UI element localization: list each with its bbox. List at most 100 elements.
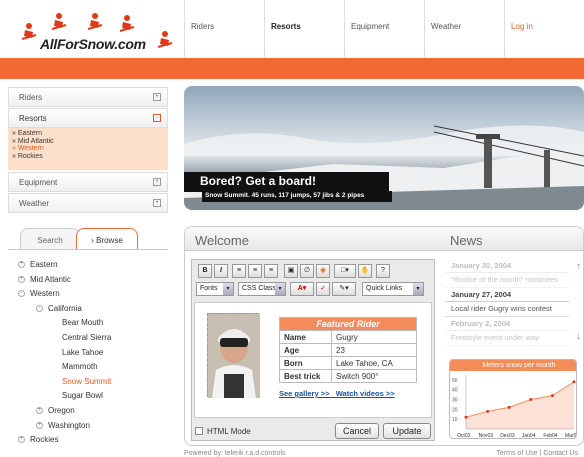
chart-point	[550, 394, 554, 398]
tree-node[interactable]: + Mid Atlantic	[18, 273, 168, 288]
html-mode-checkbox[interactable]	[195, 427, 203, 435]
tab-search[interactable]: Search	[20, 228, 80, 250]
tree-node-label: Sugar Bowl	[62, 391, 103, 401]
see-gallery-link[interactable]: See gallery >>	[279, 389, 329, 398]
align-center-icon[interactable]: ≡	[248, 264, 262, 278]
tree-node[interactable]: - Western	[18, 287, 168, 302]
promo-banner[interactable]: Bored? Get a board! Snow Summit. 45 runs…	[184, 86, 584, 210]
news-item[interactable]: January 27, 2004 Local rider Gugry wins c…	[445, 288, 569, 317]
y-tick-label: 30	[452, 398, 458, 404]
italic-button[interactable]: I	[214, 264, 228, 278]
tree-node[interactable]: Lake Tahoe	[62, 346, 168, 361]
sidebar-item-label: Equipment	[19, 178, 58, 187]
submenu-item-eastern[interactable]: » Eastern	[12, 130, 168, 138]
expand-icon[interactable]: +	[18, 436, 25, 444]
css-class-select[interactable]: CSS Class ▾	[238, 282, 286, 296]
snow-chart-plot: 50 40 30 20 10 Oct03 Nov03 Dec03 Jan04 Feb04 Mar04	[452, 375, 576, 439]
scroll-up-icon[interactable]: ↑	[576, 261, 581, 272]
table-row: Born Lake Tahoe, CA	[279, 356, 417, 370]
news-item[interactable]: February 2, 2004 Freestyle event under wa…	[445, 317, 569, 346]
font-color-icon[interactable]: A▾	[290, 282, 314, 296]
submenu-item-rockies[interactable]: » Rockies	[12, 153, 168, 161]
footer-links[interactable]: Terms of Use | Contact Us	[496, 450, 578, 457]
skier-icon	[21, 23, 37, 40]
expand-icon[interactable]: +	[36, 406, 43, 414]
search-browse-tabs: Search › Browse	[8, 228, 168, 250]
nav-login[interactable]: Log in	[504, 0, 584, 58]
tree-node[interactable]: Central Sierra	[62, 331, 168, 346]
cancel-button[interactable]: Cancel	[335, 423, 379, 439]
sidebar-item-weather[interactable]: Weather +	[8, 193, 168, 213]
y-tick-label: 20	[452, 407, 458, 413]
image-icon[interactable]: ▣	[284, 264, 298, 278]
tree-node[interactable]: + Washington	[36, 419, 168, 434]
tree-node[interactable]: Sugar Bowl	[62, 389, 168, 404]
tree-node[interactable]: Mammoth	[62, 360, 168, 375]
expand-icon[interactable]: +	[18, 275, 25, 283]
submenu-item-mid-atlantic[interactable]: » Mid Atlantic	[12, 138, 168, 146]
flash-icon[interactable]: ◉	[316, 264, 330, 278]
tree-node[interactable]: - California	[36, 302, 168, 317]
news-item[interactable]: January 30, 2004 "Rookie of the month" no…	[445, 259, 569, 288]
scroll-down-icon[interactable]: ↓	[576, 331, 581, 342]
help-icon[interactable]: ?	[376, 264, 390, 278]
paste-icon[interactable]: ✋	[358, 264, 372, 278]
rider-photo[interactable]	[207, 313, 260, 398]
align-right-icon[interactable]: ≡	[264, 264, 278, 278]
nav-riders[interactable]: Riders	[184, 0, 264, 58]
tree-node-label: Central Sierra	[62, 332, 112, 342]
submenu-item-western[interactable]: » Western	[12, 145, 168, 153]
expand-icon[interactable]: +	[36, 421, 43, 429]
sidebar-item-equipment[interactable]: Equipment +	[8, 172, 168, 192]
sidebar-item-resorts[interactable]: Resorts -	[8, 108, 168, 128]
news-text: Local rider Gugry wins contest	[445, 302, 569, 317]
tree-node-label: Mid Atlantic	[30, 274, 71, 284]
font-select[interactable]: Fonts ▾	[196, 282, 234, 296]
expand-icon[interactable]: +	[153, 199, 161, 207]
table-icon[interactable]: □▾	[334, 264, 356, 278]
tree-node[interactable]: Bear Mouth	[62, 316, 168, 331]
align-left-icon[interactable]: ≡	[232, 264, 246, 278]
tree-node[interactable]: + Eastern	[18, 258, 168, 273]
expand-icon[interactable]: +	[18, 261, 25, 268]
nav-weather[interactable]: Weather	[424, 0, 504, 58]
collapse-icon[interactable]: -	[18, 290, 25, 298]
expand-icon[interactable]: +	[153, 93, 161, 101]
panel-header: Welcome News	[185, 227, 583, 251]
html-mode-toggle[interactable]: HTML Mode	[195, 427, 251, 436]
tree-node[interactable]: + Oregon	[36, 404, 168, 419]
collapse-icon[interactable]: -	[153, 114, 161, 122]
tab-browse[interactable]: › Browse	[76, 228, 138, 250]
link-icon[interactable]: ∅	[300, 264, 314, 278]
chart-point	[507, 405, 511, 409]
tree-node-label: Washington	[48, 420, 90, 430]
expand-icon[interactable]: +	[153, 178, 161, 186]
news-items: January 30, 2004 "Rookie of the month" no…	[445, 259, 569, 346]
chart-point	[529, 398, 533, 402]
x-tick-label: Jan04	[522, 433, 536, 439]
sidebar-item-riders[interactable]: Riders +	[8, 87, 168, 107]
rider-portrait-image	[208, 314, 260, 398]
resort-tree: + Eastern + Mid Atlantic - Western - California…	[18, 258, 168, 448]
tree-node-label: Lake Tahoe	[62, 347, 104, 357]
nav-resorts[interactable]: Resorts	[264, 0, 344, 58]
collapse-icon[interactable]: -	[36, 304, 43, 312]
tree-node[interactable]: Snow Summit	[62, 375, 168, 390]
table-row: Age 23	[279, 343, 417, 357]
bold-button[interactable]: B	[198, 264, 212, 278]
quick-links-select[interactable]: Quick Links ▾	[362, 282, 424, 296]
rider-links: See gallery >> Watch videos >>	[279, 389, 395, 398]
spellcheck-icon[interactable]: ✓	[316, 282, 330, 296]
tree-node[interactable]: + Rockies	[18, 433, 168, 448]
sidebar-item-label: Weather	[19, 199, 50, 208]
x-tick-label: Dec03	[500, 433, 515, 439]
watch-videos-link[interactable]: Watch videos >>	[336, 389, 395, 398]
nav-equipment[interactable]: Equipment	[344, 0, 424, 58]
tree-node-label: Oregon	[48, 405, 75, 415]
skier-icon	[51, 13, 67, 30]
highlight-icon[interactable]: ✎▾	[332, 282, 356, 296]
news-text: "Rookie of the month" nominees	[445, 273, 569, 288]
editor-content-area[interactable]: Featured Rider Name Gugry Age 23 Born Lake …	[194, 302, 432, 418]
update-button[interactable]: Update	[383, 423, 431, 439]
featured-rider-table: Featured Rider Name Gugry Age 23 Born Lake …	[279, 317, 417, 383]
